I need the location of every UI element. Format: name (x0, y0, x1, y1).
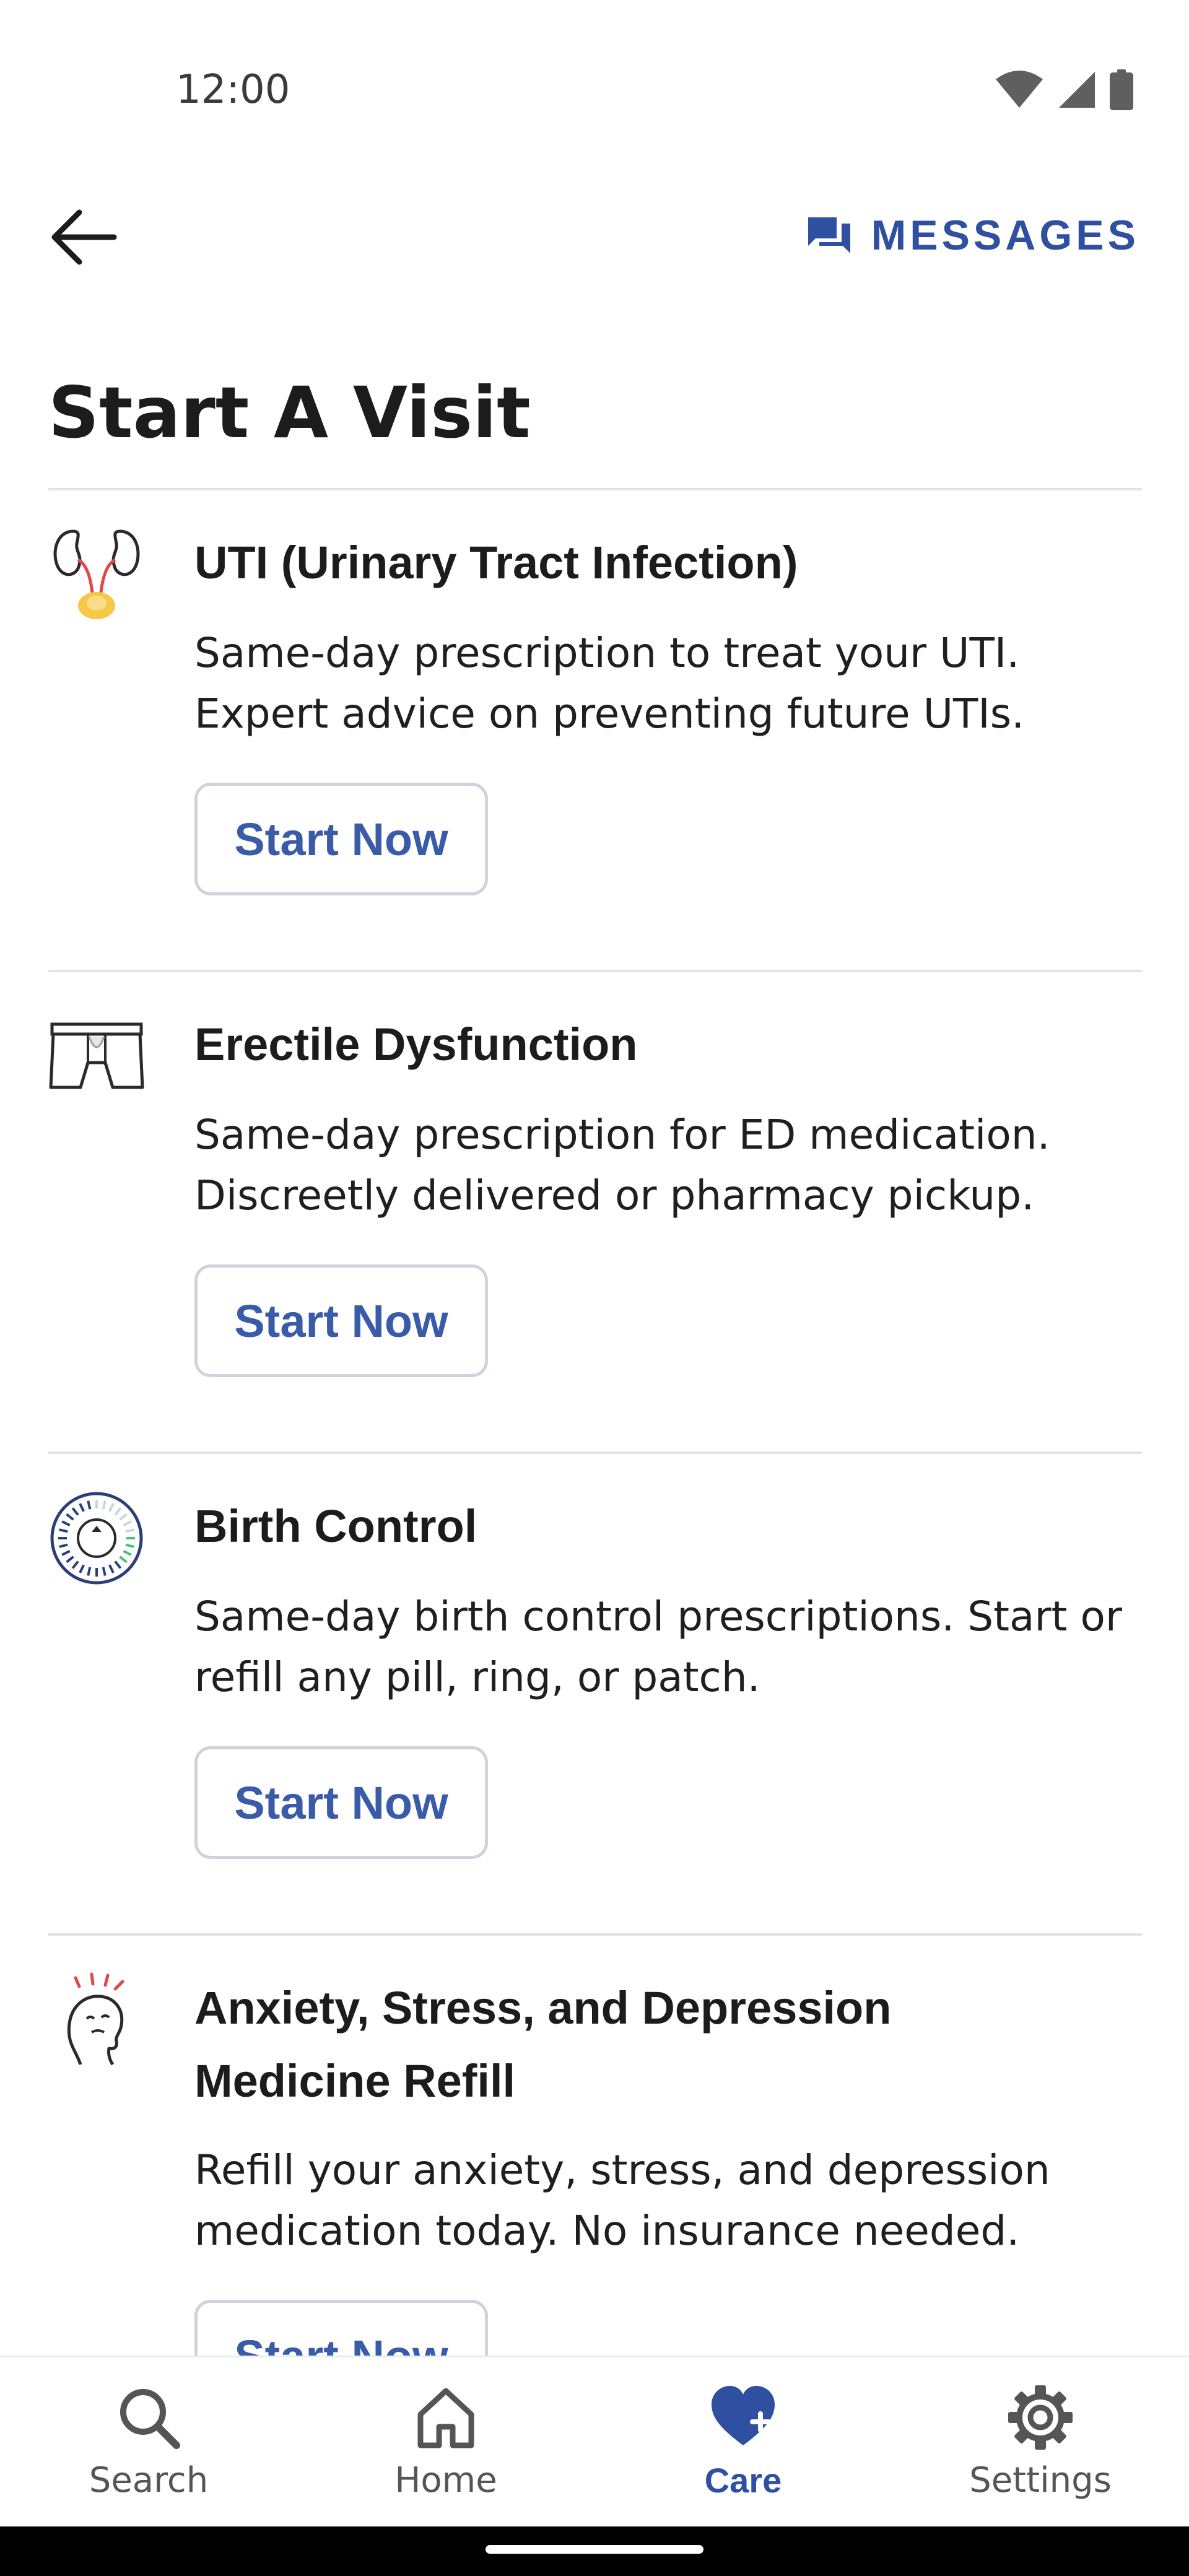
nav-item-settings[interactable]: Settings (892, 2357, 1189, 2528)
home-icon (417, 2388, 474, 2448)
status-bar: 12:00 (0, 0, 1189, 161)
search-icon (120, 2389, 180, 2449)
status-icons (995, 69, 1133, 110)
start-now-button[interactable]: Start Now (194, 1746, 488, 1859)
wifi-icon (996, 71, 1043, 108)
kidneys-icon (53, 529, 140, 619)
card-description: Refill your anxiety, stress, and depress… (194, 2146, 1050, 2255)
chat-icon (808, 217, 850, 253)
nav-label: Search (89, 2460, 209, 2500)
nav-label: Home (394, 2460, 497, 2500)
divider (48, 488, 1142, 490)
card-title: UTI (Urinary Tract Infection) (194, 537, 798, 588)
arrow-back-icon (51, 209, 117, 265)
card-title: Erectile Dysfunction (194, 1019, 638, 1070)
underwear-icon (49, 1022, 144, 1089)
card-description: Same-day birth control prescriptions. St… (194, 1593, 1122, 1701)
stressed-head-icon (67, 1972, 124, 2066)
back-button[interactable] (43, 197, 124, 277)
gesture-handle[interactable] (486, 2545, 703, 2554)
page-title: Start A Visit (48, 372, 531, 454)
messages-button[interactable]: MESSAGES (806, 204, 1139, 266)
pill-pack-icon (50, 1492, 143, 1585)
nav-item-care[interactable]: Care (594, 2357, 892, 2528)
heart-plus-icon (712, 2386, 775, 2445)
card-title: Birth Control (194, 1500, 477, 1552)
cellular-signal-icon (1059, 72, 1095, 108)
status-time: 12:00 (176, 67, 290, 113)
bottom-navigation: Search Home Care Settings (0, 2356, 1189, 2528)
nav-label: Care (704, 2461, 782, 2500)
card-description: Same-day prescription for ED medication.… (194, 1111, 1050, 1219)
divider (48, 1933, 1142, 1936)
gear-icon (1008, 2385, 1073, 2450)
nav-label: Settings (969, 2460, 1112, 2500)
divider (48, 970, 1142, 972)
start-now-button[interactable]: Start Now (194, 783, 488, 895)
nav-item-home[interactable]: Home (297, 2357, 594, 2528)
card-title: Anxiety, Stress, and Depression Medicine… (194, 1982, 892, 2107)
nav-item-search[interactable]: Search (0, 2357, 297, 2528)
start-now-button[interactable]: Start Now (194, 1264, 488, 1377)
battery-icon (1110, 69, 1133, 110)
divider (48, 1451, 1142, 1454)
card-description: Same-day prescription to treat your UTI.… (194, 629, 1025, 738)
messages-label: MESSAGES (871, 212, 1139, 259)
gesture-bar (0, 2526, 1189, 2576)
